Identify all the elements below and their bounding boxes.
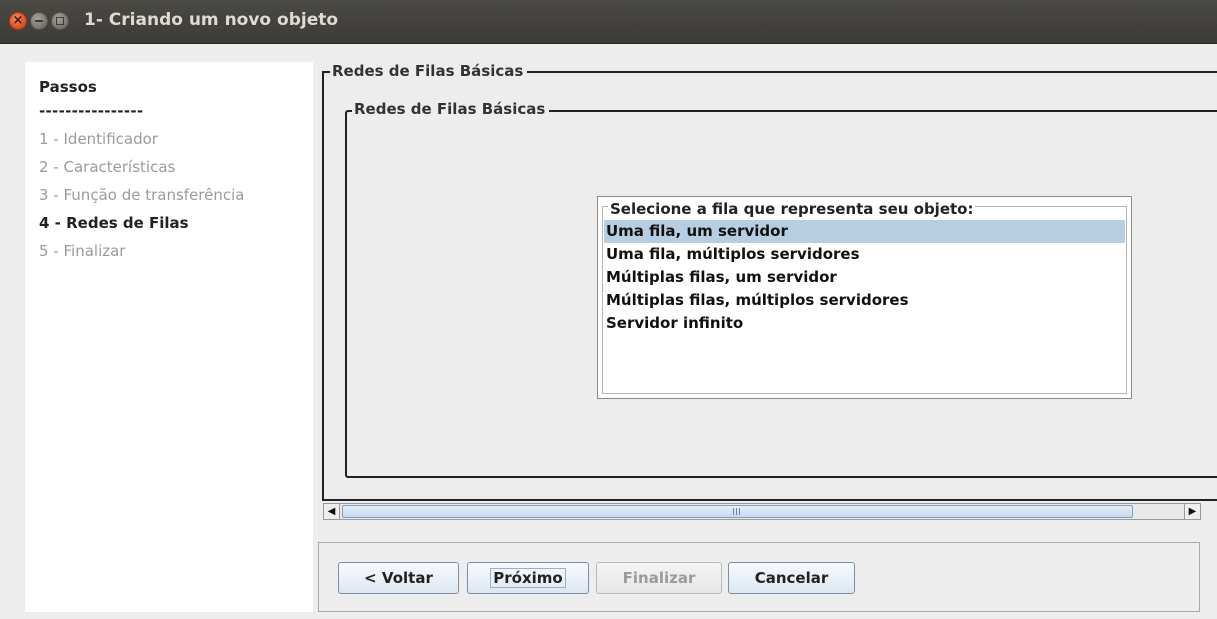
- next-button[interactable]: Próximo: [467, 562, 589, 594]
- close-icon: ×: [12, 13, 24, 28]
- next-button-label: Próximo: [490, 568, 566, 588]
- wizard-button-panel: < Voltar Próximo Finalizar Cancelar: [318, 542, 1200, 612]
- step-redes-de-filas: 4 - Redes de Filas: [39, 214, 189, 232]
- maximize-window-button[interactable]: [51, 12, 69, 30]
- steps-title: Passos: [39, 78, 97, 96]
- arrow-left-icon: ◀: [327, 506, 336, 517]
- scroll-left-button[interactable]: ◀: [324, 504, 340, 519]
- window-title: 1- Criando um novo objeto: [84, 10, 339, 30]
- window-titlebar: × 1- Criando um novo objeto: [0, 0, 1217, 44]
- step-finalizar: 5 - Finalizar: [39, 242, 126, 260]
- queue-type-list[interactable]: Selecione a fila que representa seu obje…: [597, 196, 1132, 399]
- scroll-right-button[interactable]: ▶: [1184, 504, 1200, 519]
- back-button[interactable]: < Voltar: [338, 562, 459, 594]
- step-identificador: 1 - Identificador: [39, 130, 158, 148]
- queue-list-items: Uma fila, um servidor Uma fila, múltiplo…: [604, 220, 1125, 335]
- maximize-icon: [56, 17, 64, 25]
- minimize-icon: [35, 20, 43, 22]
- queue-option-single-server[interactable]: Uma fila, um servidor: [604, 220, 1125, 243]
- arrow-right-icon: ▶: [1188, 506, 1197, 517]
- queue-list-legend: Selecione a fila que representa seu obje…: [608, 200, 976, 218]
- horizontal-scrollbar[interactable]: ◀ ▶: [323, 503, 1201, 520]
- grip-icon: [733, 508, 740, 515]
- close-window-button[interactable]: ×: [9, 12, 27, 30]
- step-caracteristicas: 2 - Características: [39, 158, 176, 176]
- queue-option-multi-queue-single-server[interactable]: Múltiplas filas, um servidor: [604, 266, 1125, 289]
- steps-separator: ----------------: [39, 102, 144, 120]
- queue-option-infinite-server[interactable]: Servidor infinito: [604, 312, 1125, 335]
- inner-panel-title: Redes de Filas Básicas: [352, 100, 550, 118]
- cancel-button[interactable]: Cancelar: [728, 562, 855, 594]
- queue-option-multi-server[interactable]: Uma fila, múltiplos servidores: [604, 243, 1125, 266]
- queue-option-multi-queue-multi-server[interactable]: Múltiplas filas, múltiplos servidores: [604, 289, 1125, 312]
- scrollbar-thumb[interactable]: [342, 505, 1133, 518]
- steps-sidebar: Passos ---------------- 1 - Identificado…: [25, 62, 313, 612]
- minimize-window-button[interactable]: [30, 12, 48, 30]
- outer-panel-title: Redes de Filas Básicas: [330, 62, 528, 80]
- finish-button: Finalizar: [596, 562, 722, 594]
- step-funcao-transferencia: 3 - Função de transferência: [39, 186, 245, 204]
